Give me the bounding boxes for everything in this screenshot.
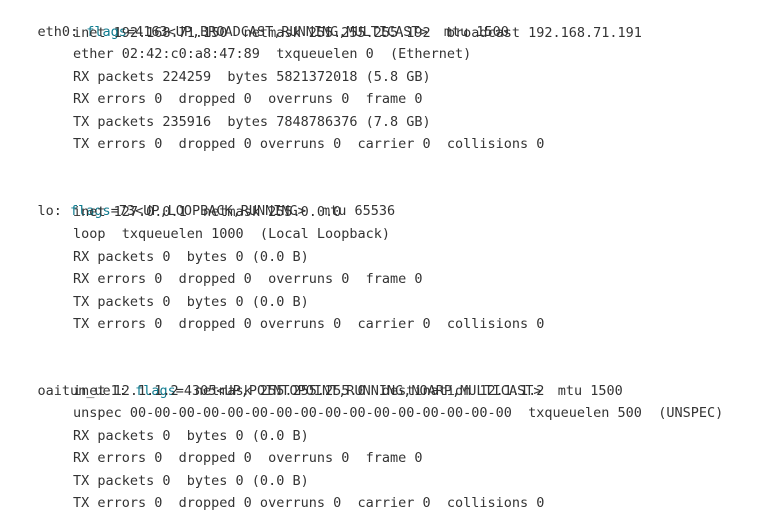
interface-detail-line: RX errors 0 dropped 0 overruns 0 frame 0 xyxy=(73,91,423,107)
interface-header-eth0: eth0: flags=4163<UP,BROADCAST,RUNNING,MU… xyxy=(5,0,509,40)
interface-header-oaitun-ue1: oaitun_ue1: flags=4305<UP,POINTOPOINT,RU… xyxy=(5,358,623,399)
interface-detail-line: RX packets 224259 bytes 5821372018 (5.8 … xyxy=(73,68,431,85)
interface-detail-line: TX errors 0 dropped 0 overruns 0 carrier… xyxy=(73,316,545,332)
interface-detail-line: TX errors 0 dropped 0 overruns 0 carrier… xyxy=(73,494,545,511)
interface-detail-line: ether 02:42:c0:a8:47:89 txqueuelen 0 (Et… xyxy=(73,46,472,62)
terminal-output: eth0: flags=4163<UP,BROADCAST,RUNNING,MU… xyxy=(0,0,766,514)
interface-detail-line: loop txqueuelen 1000 (Local Loopback) xyxy=(73,226,390,242)
interface-name: lo: xyxy=(37,203,62,219)
interface-detail-line: RX packets 0 bytes 0 (0.0 B) xyxy=(73,427,309,444)
interface-detail-line: RX errors 0 dropped 0 overruns 0 frame 0 xyxy=(73,271,423,287)
interface-detail-line: TX packets 0 bytes 0 (0.0 B) xyxy=(73,293,309,310)
interface-detail-line: TX packets 235916 bytes 7848786376 (7.8 … xyxy=(73,113,431,130)
interface-header-lo: lo: flags=73<UP,LOOPBACK,RUNNING> mtu 65… xyxy=(5,178,396,219)
interface-detail-line: TX errors 0 dropped 0 overruns 0 carrier… xyxy=(73,136,545,152)
interface-detail-line: RX packets 0 bytes 0 (0.0 B) xyxy=(73,248,309,265)
interface-detail-line: TX packets 0 bytes 0 (0.0 B) xyxy=(73,472,309,489)
interface-detail-line: RX errors 0 dropped 0 overruns 0 frame 0 xyxy=(73,450,423,466)
interface-detail-line: unspec 00-00-00-00-00-00-00-00-00-00-00-… xyxy=(73,405,724,421)
interface-detail-line: inet 12.1.1.2 netmask 255.255.255.0 dest… xyxy=(73,382,545,399)
interface-detail-line: inet 127.0.0.1 netmask 255.0.0.0 xyxy=(73,203,342,220)
interface-detail-line: inet 192.168.71.150 netmask 255.255.255.… xyxy=(73,24,642,41)
